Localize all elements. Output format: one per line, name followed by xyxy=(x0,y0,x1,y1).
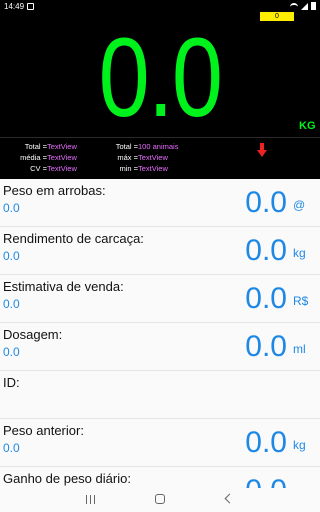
stat-value: TextView xyxy=(138,164,168,173)
list-item-rendimento-carcaca[interactable]: Rendimento de carcaça: 0.0 0.0 kg xyxy=(0,227,320,275)
status-icons xyxy=(290,2,316,10)
stat-value: TextView xyxy=(47,142,77,151)
list-item-peso-arrobas[interactable]: Peso em arrobas: 0.0 0.0 @ xyxy=(0,179,320,227)
signal-icon xyxy=(301,2,308,10)
stat-row: CV = TextView xyxy=(0,163,110,174)
item-big-value: 0.0 xyxy=(245,330,287,363)
item-big-value: 0.0 xyxy=(245,234,287,267)
item-small-value: 0.0 xyxy=(3,201,20,215)
stat-value: 100 animais xyxy=(138,142,179,151)
item-small-value: 0.0 xyxy=(3,297,20,311)
weight-reading: 0.0 xyxy=(98,15,223,140)
item-small-value: 0.0 xyxy=(3,249,20,263)
stat-label: Total = xyxy=(24,142,47,151)
battery-icon xyxy=(311,2,316,10)
stat-row: média = TextView xyxy=(0,152,110,163)
item-unit: R$ xyxy=(293,294,309,308)
item-unit: ml xyxy=(293,342,306,356)
item-title: ID: xyxy=(3,375,20,390)
item-title: Rendimento de carcaça: xyxy=(3,231,144,246)
gallery-icon xyxy=(27,3,34,10)
stat-label: média = xyxy=(20,153,47,162)
system-nav-bar xyxy=(0,488,320,512)
stat-row: Total = 100 animais xyxy=(105,141,215,152)
item-big-value: 0.0 xyxy=(245,282,287,315)
stat-label: Total = xyxy=(115,142,138,151)
home-icon[interactable] xyxy=(155,494,165,504)
stat-row: min = TextView xyxy=(105,163,215,174)
status-time: 14:49 xyxy=(4,2,25,11)
stat-label: CV = xyxy=(30,164,47,173)
item-title: Peso anterior: xyxy=(3,423,84,438)
stat-row: Total = TextView xyxy=(0,141,110,152)
stat-label: min = xyxy=(119,164,138,173)
stat-value: TextView xyxy=(47,164,77,173)
list-item-peso-anterior[interactable]: Peso anterior: 0.0 0.0 kg xyxy=(0,419,320,467)
recent-apps-icon[interactable] xyxy=(86,495,95,504)
item-small-value: 0.0 xyxy=(3,441,20,455)
stat-label: máx = xyxy=(117,153,138,162)
stats-right: Total = 100 animais máx = TextView min =… xyxy=(105,141,215,174)
list-item-estimativa-venda[interactable]: Estimativa de venda: 0.0 0.0 R$ xyxy=(0,275,320,323)
item-big-value: 0.0 xyxy=(245,186,287,219)
stat-row: máx = TextView xyxy=(105,152,215,163)
item-big-value: 0.0 xyxy=(245,426,287,459)
back-icon[interactable] xyxy=(224,493,235,504)
item-small-value: 0.0 xyxy=(3,345,20,359)
arrow-down-icon[interactable] xyxy=(257,143,267,157)
divider xyxy=(0,137,320,138)
item-title: Ganho de peso diário: xyxy=(3,471,131,486)
list-item-dosagem[interactable]: Dosagem: 0.0 0.0 ml xyxy=(0,323,320,371)
item-title: Dosagem: xyxy=(3,327,63,342)
weight-unit: KG xyxy=(299,120,316,132)
item-unit: @ xyxy=(293,198,306,212)
wifi-icon xyxy=(290,2,298,10)
item-title: Peso em arrobas: xyxy=(3,183,106,198)
item-big-value: 0.0 xyxy=(245,474,287,488)
stat-value: TextView xyxy=(47,153,77,162)
item-unit: kg xyxy=(293,438,306,452)
results-list[interactable]: Peso em arrobas: 0.0 0.0 @ Rendimento de… xyxy=(0,179,320,488)
item-unit: kg xyxy=(293,246,306,260)
counter-badge: 0 xyxy=(260,12,294,21)
stats-left: Total = TextView média = TextView CV = T… xyxy=(0,141,110,174)
list-item-id[interactable]: ID: xyxy=(0,371,320,419)
list-item-ganho-peso-diario[interactable]: Ganho de peso diário: 0.0 gpd xyxy=(0,467,320,488)
item-title: Estimativa de venda: xyxy=(3,279,124,294)
stat-value: TextView xyxy=(138,153,168,162)
